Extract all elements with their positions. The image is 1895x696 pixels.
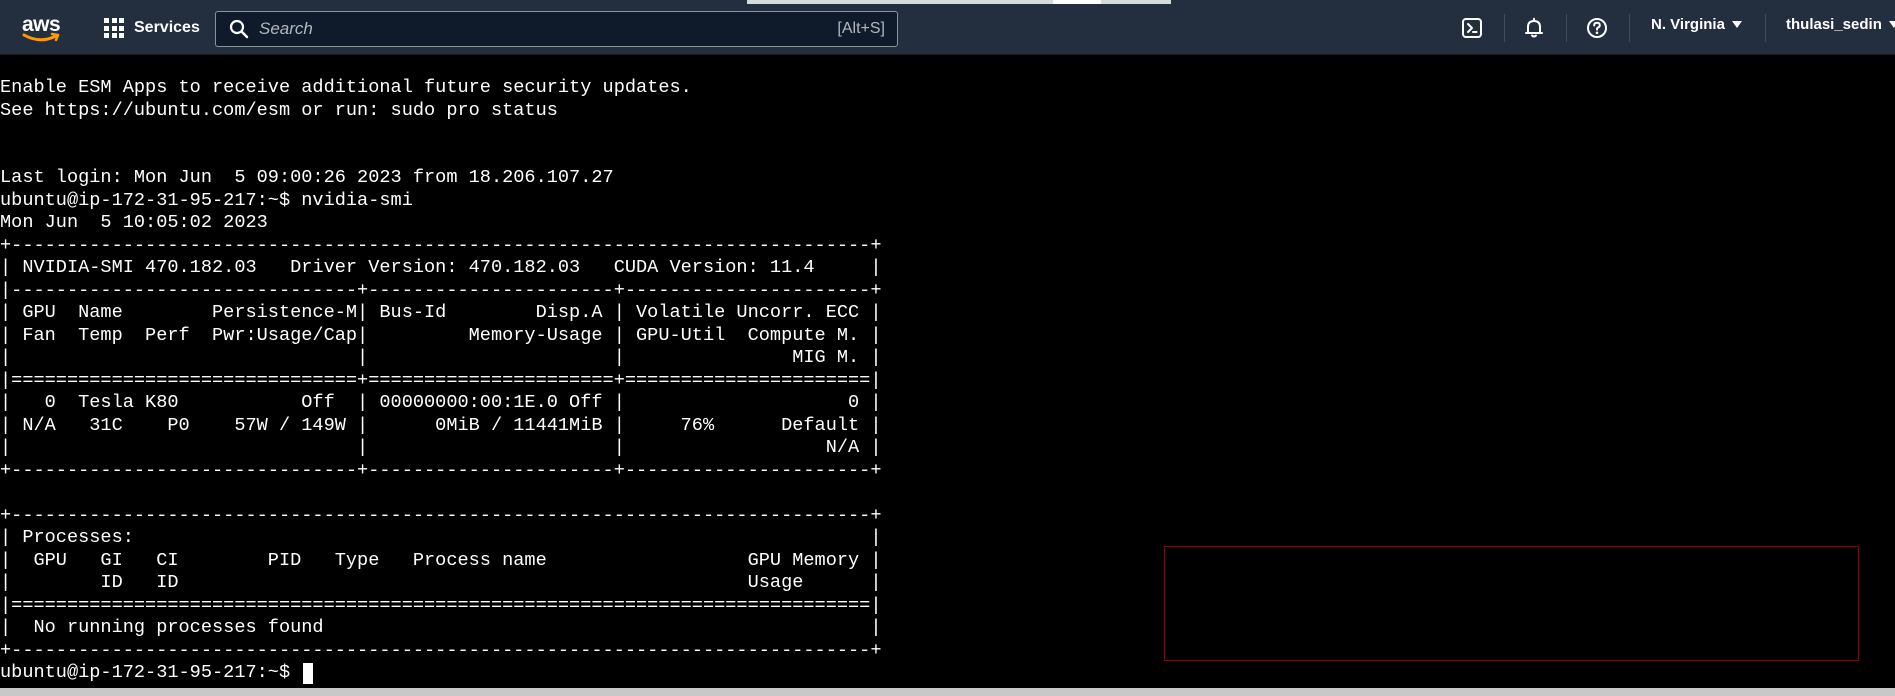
services-menu-button[interactable]: Services: [104, 14, 200, 42]
aws-smile-icon: [22, 32, 60, 42]
terminal-line: See https://ubuntu.com/esm or run: sudo …: [0, 99, 558, 121]
top-edge-strip-tab: [1053, 0, 1101, 4]
terminal-output: Enable ESM Apps to receive additional fu…: [0, 77, 882, 685]
terminal-line: Mon Jun 5 10:05:02 2023: [0, 212, 268, 233]
terminal-line: |===============================+=======…: [0, 369, 882, 391]
terminal-line: | | | N/A |: [0, 437, 882, 458]
cloudshell-icon: [1462, 18, 1482, 38]
terminal-line: +---------------------------------------…: [0, 639, 882, 661]
top-edge-strip: [1101, 0, 1171, 4]
terminal-line: | Fan Temp Perf Pwr:Usage/Cap| Memory-Us…: [0, 324, 882, 346]
services-label: Services: [134, 19, 200, 36]
search-icon: [229, 19, 249, 39]
terminal-line: | NVIDIA-SMI 470.182.03 Driver Version: …: [0, 257, 882, 278]
terminal-cursor: [303, 662, 314, 684]
aws-top-navigation: aws Services [Alt+S]: [0, 0, 1895, 55]
terminal-line: |-------------------------------+-------…: [0, 279, 882, 301]
search-box[interactable]: [Alt+S]: [215, 11, 898, 47]
search-shortcut-hint: [Alt+S]: [837, 20, 885, 37]
region-selector[interactable]: N. Virginia: [1651, 16, 1742, 33]
terminal-line: | GPU Name Persistence-M| Bus-Id Disp.A …: [0, 302, 882, 323]
caret-down-icon: [1888, 21, 1895, 28]
top-edge-strip: [747, 0, 1053, 4]
terminal-line: +---------------------------------------…: [0, 504, 882, 526]
terminal-line: |=======================================…: [0, 594, 882, 616]
terminal-line: | | | MIG M. |: [0, 347, 882, 368]
nav-divider: [1504, 14, 1505, 42]
cloudshell-button[interactable]: [1459, 15, 1485, 41]
help-icon: [1587, 18, 1607, 38]
help-button[interactable]: [1584, 15, 1610, 41]
bottom-edge-strip: [0, 688, 1895, 696]
nav-divider: [1765, 14, 1766, 42]
terminal-line: +---------------------------------------…: [0, 234, 882, 256]
terminal-line: ubuntu@ip-172-31-95-217:~$ nvidia-smi: [0, 189, 413, 211]
terminal-line: | GPU GI CI PID Type Process name GPU Me…: [0, 549, 882, 571]
region-label: N. Virginia: [1651, 16, 1725, 33]
terminal-window[interactable]: Enable ESM Apps to receive additional fu…: [0, 55, 1895, 688]
notifications-button[interactable]: [1521, 15, 1547, 41]
bell-icon: [1525, 17, 1543, 38]
search-input[interactable]: [249, 12, 838, 46]
terminal-line: Last login: Mon Jun 5 09:00:26 2023 from…: [0, 167, 614, 188]
account-menu[interactable]: thulasi_sedin: [1786, 16, 1895, 33]
caret-down-icon: [1731, 21, 1742, 28]
terminal-prompt: ubuntu@ip-172-31-95-217:~$: [0, 662, 302, 683]
terminal-line: | 0 Tesla K80 Off | 00000000:00:1E.0 Off…: [0, 392, 882, 413]
terminal-line: +-------------------------------+-------…: [0, 459, 882, 481]
nav-divider: [1629, 14, 1630, 42]
highlight-rectangle: [1164, 546, 1859, 661]
nav-divider: [1566, 14, 1567, 42]
terminal-line: | N/A 31C P0 57W / 149W | 0MiB / 11441Mi…: [0, 414, 882, 436]
terminal-line: | No running processes found |: [0, 617, 882, 638]
terminal-line: | Processes: |: [0, 527, 882, 548]
terminal-prompt-line[interactable]: ubuntu@ip-172-31-95-217:~$: [0, 662, 882, 685]
terminal-line: Enable ESM Apps to receive additional fu…: [0, 77, 692, 98]
aws-logo[interactable]: aws: [20, 10, 64, 46]
terminal-line: | ID ID Usage |: [0, 572, 882, 593]
services-grid-icon: [104, 18, 124, 38]
account-label: thulasi_sedin: [1786, 16, 1882, 33]
